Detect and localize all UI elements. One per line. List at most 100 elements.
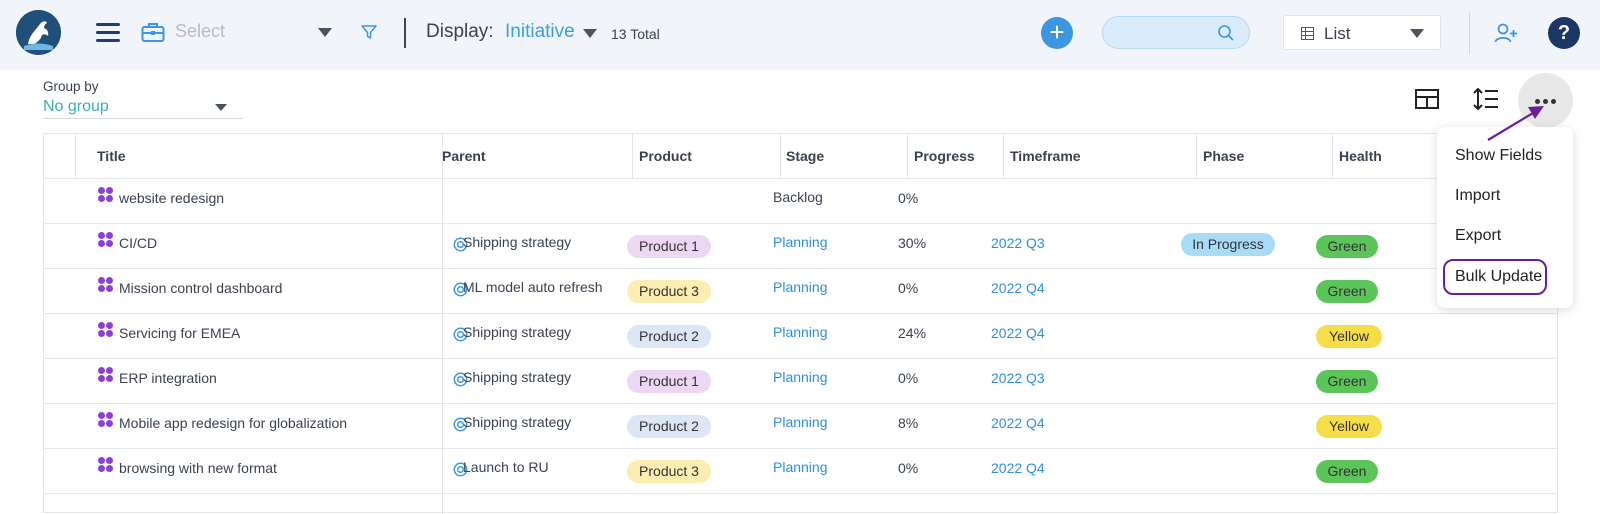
row-title[interactable]: Mobile app redesign for globalization [119,415,347,431]
row-timeframe[interactable]: 2022 Q4 [991,280,1045,296]
column-header-title[interactable]: Title [97,148,126,164]
row-parent[interactable]: Shipping strategy [463,414,571,430]
group-by-label: Group by [43,79,99,94]
initiative-icon [98,322,114,338]
row-timeframe[interactable]: 2022 Q4 [991,415,1045,431]
table-row[interactable]: Servicing for EMEA Shipping strategy Produ… [44,314,1557,359]
dot [1551,99,1556,104]
row-progress: 8% [898,415,919,431]
row-title[interactable]: Servicing for EMEA [119,325,240,341]
row-title[interactable]: browsing with new format [119,460,277,476]
table-row[interactable]: Mobile app redesign for globalization Shi… [44,404,1557,449]
product-tag[interactable]: Product 3 [627,280,711,303]
row-title[interactable]: ERP integration [119,370,217,386]
column-header-parent[interactable]: Parent [442,148,486,164]
layout-icon[interactable] [1415,89,1439,109]
row-stage[interactable]: Planning [773,279,828,295]
table-row[interactable]: CI/CD Shipping strategy Product 1 Planning 3… [44,224,1557,269]
row-stage[interactable]: Backlog [773,189,823,205]
row-progress: 0% [898,190,919,206]
table-header: Title Parent Product Stage Progress Time… [44,134,1557,179]
row-timeframe[interactable]: 2022 Q4 [991,325,1045,341]
table-row[interactable]: website redesign Backlog 0% [44,179,1557,224]
column-divider [907,134,908,179]
total-count: 13 Total [611,26,660,42]
chevron-down-icon [1410,29,1424,38]
column-divider [1332,134,1333,179]
row-progress: 30% [898,235,927,251]
table-row[interactable]: browsing with new format Launch to RU Prod… [44,449,1557,494]
column-header-health[interactable]: Health [1339,148,1382,164]
table-row[interactable]: Mission control dashboard ML model auto r… [44,269,1557,314]
row-stage[interactable]: Planning [773,459,828,475]
row-title[interactable]: CI/CD [119,235,157,251]
column-divider [1196,134,1197,179]
row-title[interactable]: Mission control dashboard [119,280,282,296]
table-row[interactable]: ERP integration Shipping strategy Product … [44,359,1557,404]
annotation-arrow-icon [1487,106,1544,141]
row-parent[interactable]: Launch to RU [463,459,549,475]
column-divider [632,134,633,179]
view-select[interactable]: List [1283,15,1441,50]
row-stage[interactable]: Planning [773,369,828,385]
health-badge[interactable]: Green [1316,370,1378,393]
phase-badge[interactable]: In Progress [1181,233,1275,256]
row-stage[interactable]: Planning [773,414,828,430]
row-stage[interactable]: Planning [773,324,828,340]
menu-item-export[interactable]: Export [1455,227,1501,245]
search-box[interactable] [1102,16,1250,49]
workspace-select[interactable]: Select [175,21,225,42]
column-header-progress[interactable]: Progress [914,148,975,164]
column-header-phase[interactable]: Phase [1203,148,1244,164]
divider [404,18,406,48]
menu-item-show-fields[interactable]: Show Fields [1455,147,1542,165]
row-parent[interactable]: Shipping strategy [463,324,571,340]
group-by-select[interactable]: Group by No group [43,79,243,119]
column-header-timeframe[interactable]: Timeframe [1010,148,1081,164]
initiatives-table: Title Parent Product Stage Progress Time… [43,133,1558,514]
health-badge[interactable]: Yellow [1316,415,1382,438]
product-tag[interactable]: Product 1 [627,235,711,258]
column-divider [780,134,781,179]
row-parent[interactable]: Shipping strategy [463,234,571,250]
health-badge[interactable]: Yellow [1316,325,1382,348]
row-timeframe[interactable]: 2022 Q3 [991,370,1045,386]
product-tag[interactable]: Product 2 [627,325,711,348]
app-logo[interactable] [16,10,61,55]
row-parent[interactable]: ML model auto refresh [463,279,603,295]
column-header-product[interactable]: Product [639,148,692,164]
initiative-icon [98,457,114,473]
row-timeframe[interactable]: 2022 Q4 [991,460,1045,476]
group-by-value[interactable]: No group [43,98,109,116]
chevron-down-icon[interactable] [318,28,332,37]
menu-item-import[interactable]: Import [1455,187,1500,205]
initiative-icon [98,187,114,203]
column-divider [75,134,76,179]
briefcase-icon[interactable] [141,21,165,43]
health-badge[interactable]: Green [1316,235,1378,258]
display-label: Display: [426,21,494,42]
menu-item-bulk-update[interactable]: Bulk Update [1443,259,1547,295]
product-tag[interactable]: Product 2 [627,415,711,438]
add-button[interactable]: + [1041,17,1073,49]
row-timeframe[interactable]: 2022 Q3 [991,235,1045,251]
row-stage[interactable]: Planning [773,234,828,250]
help-button[interactable]: ? [1548,17,1580,49]
product-tag[interactable]: Product 3 [627,460,711,483]
menu-icon[interactable] [96,23,120,42]
chevron-down-icon[interactable] [215,104,227,111]
search-input[interactable] [1115,23,1215,43]
search-icon[interactable] [1217,24,1235,42]
row-progress: 24% [898,325,927,341]
display-select[interactable]: Initiative [505,21,575,43]
add-user-icon[interactable] [1494,21,1518,45]
chevron-down-icon[interactable] [583,29,597,38]
health-badge[interactable]: Green [1316,460,1378,483]
column-header-stage[interactable]: Stage [786,148,824,164]
product-tag[interactable]: Product 1 [627,370,711,393]
row-title[interactable]: website redesign [119,190,224,206]
row-parent[interactable]: Shipping strategy [463,369,571,385]
table-icon [1301,27,1314,40]
filter-icon[interactable] [361,24,377,40]
health-badge[interactable]: Green [1316,280,1378,303]
